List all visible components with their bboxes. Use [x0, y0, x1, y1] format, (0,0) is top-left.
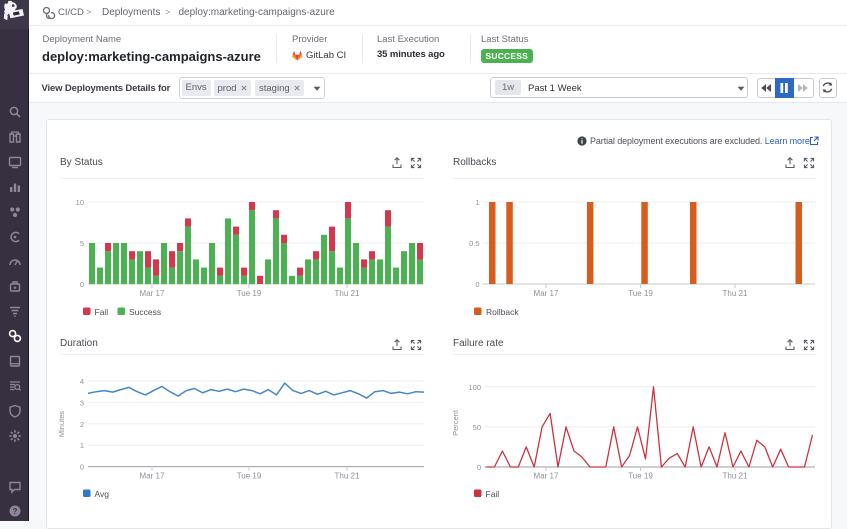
- svg-text:5: 5: [80, 239, 84, 248]
- svg-text:1: 1: [475, 198, 479, 207]
- svg-text:1: 1: [80, 441, 84, 450]
- svg-text:Thu 21: Thu 21: [723, 472, 748, 481]
- svg-text:Fail: Fail: [95, 307, 109, 317]
- svg-text:Avg: Avg: [95, 489, 110, 499]
- svg-text:Rollback: Rollback: [486, 307, 519, 317]
- svg-text:0: 0: [475, 280, 479, 289]
- svg-text:3: 3: [80, 398, 84, 407]
- svg-text:Mar 17: Mar 17: [140, 289, 165, 298]
- svg-text:Mar 17: Mar 17: [534, 289, 559, 298]
- svg-text:0.5: 0.5: [469, 239, 479, 248]
- svg-text:50: 50: [473, 423, 481, 432]
- svg-text:Tue 19: Tue 19: [237, 289, 262, 298]
- svg-text:4: 4: [80, 377, 84, 386]
- svg-text:0: 0: [477, 463, 481, 472]
- svg-text:Mar 17: Mar 17: [140, 472, 165, 481]
- svg-text:Thu 21: Thu 21: [723, 289, 748, 298]
- svg-text:Minutes: Minutes: [57, 411, 66, 438]
- svg-text:Thu 21: Thu 21: [335, 289, 360, 298]
- svg-text:100: 100: [468, 383, 481, 392]
- svg-text:0: 0: [80, 463, 84, 472]
- svg-text:10: 10: [76, 198, 84, 207]
- svg-text:Thu 21: Thu 21: [335, 472, 360, 481]
- svg-text:Tue 19: Tue 19: [237, 472, 262, 481]
- svg-text:Tue 19: Tue 19: [628, 472, 653, 481]
- svg-text:Tue 19: Tue 19: [628, 289, 653, 298]
- svg-text:0: 0: [80, 280, 84, 289]
- svg-text:2: 2: [80, 420, 84, 429]
- svg-text:?: ?: [13, 507, 18, 516]
- svg-text:Success: Success: [129, 307, 161, 317]
- svg-text:Percent: Percent: [451, 409, 460, 436]
- svg-text:Fail: Fail: [486, 489, 500, 499]
- svg-text:Mar 17: Mar 17: [534, 472, 559, 481]
